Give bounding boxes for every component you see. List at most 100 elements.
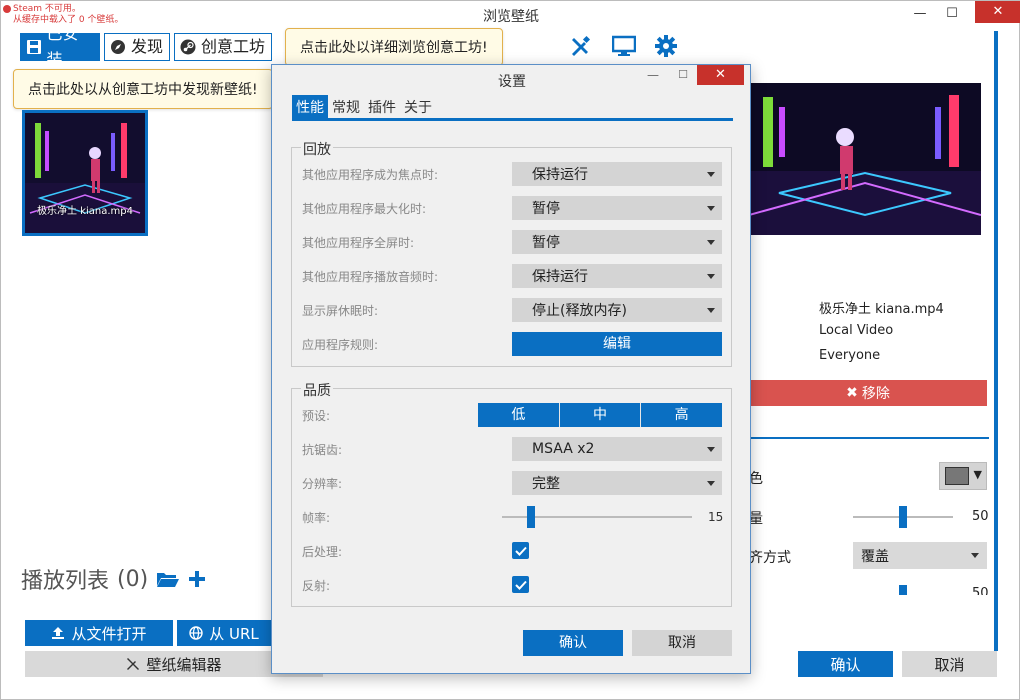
volume-label: 量 <box>749 511 763 527</box>
window-title: 浏览壁纸 <box>483 9 539 25</box>
scrollbar-thumb[interactable] <box>994 31 998 651</box>
resolution-label: 分辨率: <box>302 477 343 491</box>
tab-plugins[interactable]: 插件 <box>364 95 400 119</box>
chevron-down-icon: ▼ <box>973 468 982 481</box>
tab-general[interactable]: 常规 <box>328 95 364 119</box>
reflection-label: 反射: <box>302 579 331 593</box>
steam-icon <box>3 4 11 13</box>
check-icon <box>514 580 527 590</box>
properties-separator <box>749 437 989 439</box>
remove-button[interactable]: ✖ 移除 <box>749 380 987 406</box>
playlist-count: (0) <box>117 566 149 592</box>
add-icon[interactable] <box>188 570 206 588</box>
framerate-slider-thumb[interactable] <box>526 506 535 528</box>
preset-low-button[interactable]: 低 <box>478 403 560 427</box>
audio-select[interactable]: 保持运行 <box>512 264 722 288</box>
wallpaper-caption: 极乐净土 kiana.mp4 <box>37 206 133 217</box>
alignment-select[interactable]: 覆盖 <box>853 542 987 569</box>
discover-tooltip-text: 点击此处以从创意工坊中发现新壁纸! <box>28 82 258 98</box>
maximize-button[interactable]: ☐ <box>937 3 967 25</box>
cancel-button[interactable]: 取消 <box>902 651 997 677</box>
playlist-label: 播放列表 <box>21 569 110 594</box>
detail-type: Local Video <box>819 323 894 338</box>
chevron-down-icon <box>707 308 715 313</box>
globe-icon <box>189 626 203 640</box>
wallpaper-preview <box>749 83 981 235</box>
color-swatch <box>945 467 969 485</box>
preset-segmented: 低 中 高 <box>478 403 723 427</box>
fullscreen-select[interactable]: 暂停 <box>512 230 722 254</box>
dialog-maximize-button[interactable]: ☐ <box>674 68 692 81</box>
preview-image <box>749 83 981 235</box>
volume-slider-thumb[interactable] <box>899 506 907 528</box>
playback-title: 回放 <box>301 139 333 159</box>
settings-ok-button[interactable]: 确认 <box>523 630 623 656</box>
discover-tooltip: 点击此处以从创意工坊中发现新壁纸! <box>13 69 273 109</box>
brush-tools-icon[interactable] <box>567 33 593 59</box>
settings-cancel-button[interactable]: 取消 <box>632 630 732 656</box>
chevron-down-icon <box>707 447 715 452</box>
save-icon <box>25 38 42 56</box>
framerate-value: 15 <box>708 510 724 524</box>
minimize-button[interactable]: — <box>905 3 935 25</box>
tab-workshop[interactable]: 创意工坊 <box>174 33 272 61</box>
display-sleep-value: 停止(释放内存) <box>532 303 627 319</box>
tab-performance[interactable]: 性能 <box>292 95 328 119</box>
upload-icon <box>51 626 65 640</box>
close-button[interactable]: ✕ <box>975 1 1020 23</box>
tab-installed-label: 已安装 <box>46 24 79 69</box>
display-sleep-select[interactable]: 停止(释放内存) <box>512 298 722 322</box>
vertical-scrollbar[interactable] <box>991 31 1001 651</box>
steam-logo-icon <box>179 38 197 56</box>
open-from-url-button[interactable]: 从 URL <box>177 620 271 646</box>
audio-label: 其他应用程序播放音频时: <box>302 270 439 284</box>
resolution-select[interactable]: 完整 <box>512 471 722 495</box>
partial-value: 50 <box>972 586 989 595</box>
framerate-label: 帧率: <box>302 511 331 525</box>
preset-high-button[interactable]: 高 <box>641 403 723 427</box>
edit-rules-button[interactable]: 编辑 <box>512 332 722 356</box>
partial-slider-thumb[interactable] <box>899 585 907 595</box>
preset-label: 预设: <box>302 409 331 423</box>
ok-label: 确认 <box>830 655 861 674</box>
antialias-select[interactable]: MSAA x2 <box>512 437 722 461</box>
dialog-close-button[interactable]: ✕ <box>697 65 744 85</box>
alignment-value: 覆盖 <box>861 548 889 565</box>
ok-button[interactable]: 确认 <box>798 651 893 677</box>
antialias-label: 抗锯齿: <box>302 443 343 457</box>
settings-dialog: 设置 — ☐ ✕ 性能 常规 插件 关于 回放 其他应用程序成为焦点时: 保持运… <box>271 64 751 674</box>
antialias-value: MSAA x2 <box>532 441 595 457</box>
maximized-value: 暂停 <box>532 201 560 217</box>
open-from-url-label: 从 URL <box>209 624 259 643</box>
focus-select[interactable]: 保持运行 <box>512 162 722 186</box>
app-rules-label: 应用程序规则: <box>302 338 379 352</box>
preset-medium-button[interactable]: 中 <box>559 403 642 427</box>
tab-underline <box>292 118 733 121</box>
dialog-minimize-button[interactable]: — <box>644 68 662 82</box>
tab-installed[interactable]: 已安装 <box>20 24 100 69</box>
gear-icon[interactable] <box>653 33 679 59</box>
tab-discover[interactable]: 发现 <box>104 33 170 61</box>
cancel-label: 取消 <box>934 655 965 674</box>
color-picker[interactable]: ▼ <box>939 462 987 490</box>
color-label: 色 <box>749 471 763 487</box>
tab-about[interactable]: 关于 <box>400 95 436 119</box>
open-from-file-button[interactable]: 从文件打开 <box>25 620 173 646</box>
open-from-file-label: 从文件打开 <box>71 624 147 643</box>
chevron-down-icon <box>707 481 715 486</box>
postprocess-checkbox[interactable] <box>512 542 529 559</box>
fullscreen-value: 暂停 <box>532 235 560 251</box>
steam-warning-line1: Steam 不可用。 <box>13 4 81 14</box>
tab-discover-label: 发现 <box>131 37 164 56</box>
wallpaper-thumbnail[interactable]: 极乐净土 kiana.mp4 <box>22 110 148 236</box>
tab-workshop-label: 创意工坊 <box>201 37 266 56</box>
check-icon <box>514 546 527 556</box>
reflection-checkbox[interactable] <box>512 576 529 593</box>
main-window: 浏览壁纸 — ☐ ✕ Steam 不可用。 从缓存中载入了 0 个壁纸。 已安装… <box>0 0 1020 700</box>
maximized-select[interactable]: 暂停 <box>512 196 722 220</box>
monitor-icon[interactable] <box>611 33 637 59</box>
settings-tabs: 性能 常规 插件 关于 <box>292 95 436 119</box>
workshop-tooltip-text: 点击此处以详细浏览创意工坊! <box>300 40 488 56</box>
title-bar: 浏览壁纸 — ☐ ✕ <box>1 1 1020 29</box>
folder-open-icon[interactable] <box>156 570 180 588</box>
